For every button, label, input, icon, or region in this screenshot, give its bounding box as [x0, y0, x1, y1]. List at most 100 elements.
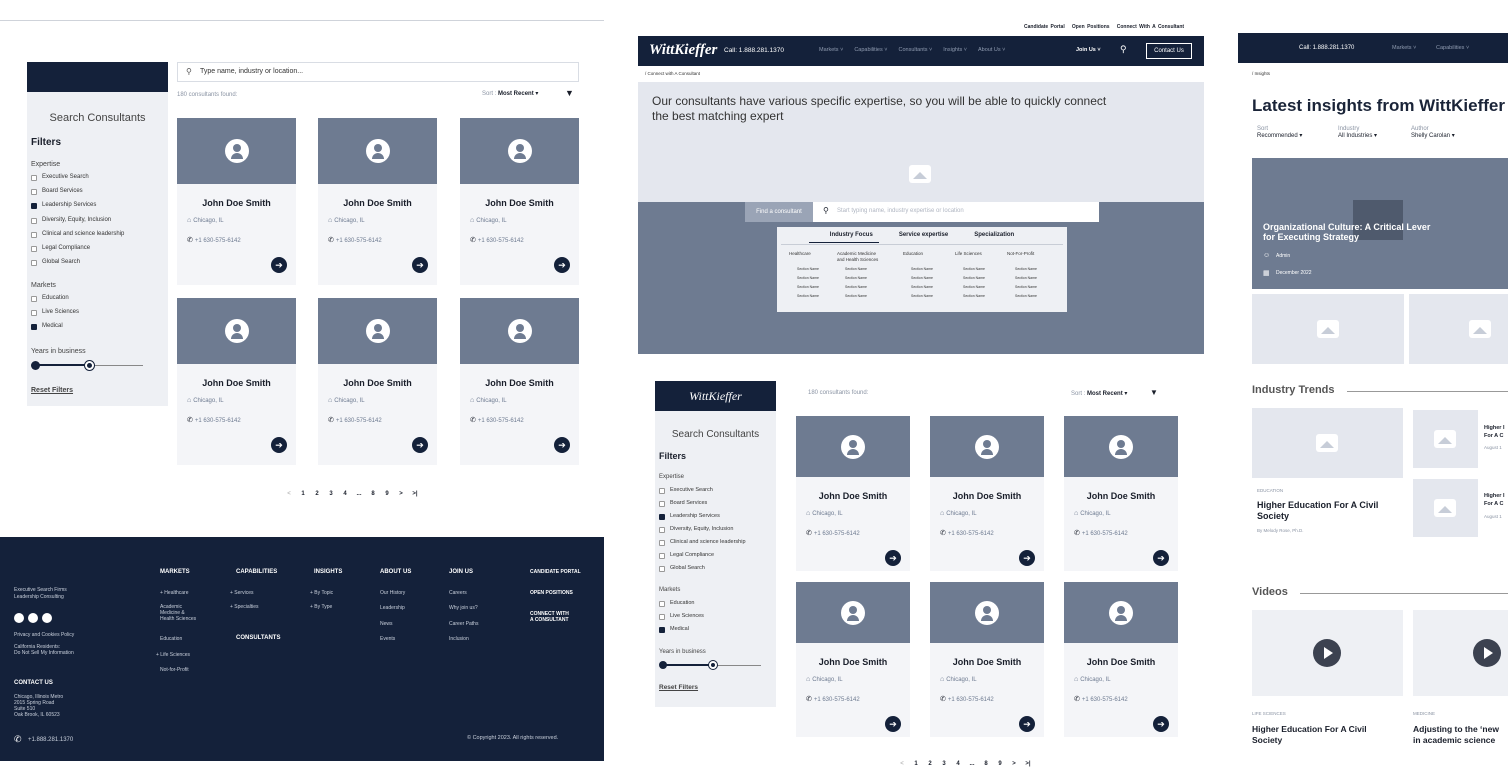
filter-checkbox[interactable] — [659, 501, 665, 507]
nav-capabilities[interactable]: Capabilities ˅ — [1436, 45, 1469, 51]
reset-filters-link[interactable]: Reset Filters — [659, 684, 698, 691]
filter-checkbox[interactable] — [659, 527, 665, 533]
consultant-name[interactable]: John Doe Smith — [460, 198, 579, 208]
nav-join-us[interactable]: Join Us ˅ — [1076, 47, 1101, 53]
contact-us-button[interactable]: Contact Us — [1146, 43, 1192, 59]
consultant-card[interactable]: John Doe Smith Chicago, IL +1 630-575-6142… — [177, 298, 296, 465]
filter-checkbox[interactable] — [31, 246, 37, 252]
privacy-link[interactable]: Privacy and Cookies Policy — [14, 632, 74, 638]
expertise-tab[interactable]: Industry Focus — [830, 232, 873, 238]
call-number[interactable]: Call: 1.888.281.1370 — [724, 47, 784, 54]
page-link[interactable]: 4 — [338, 491, 352, 497]
video-card[interactable] — [1252, 610, 1403, 696]
nav-link[interactable]: Markets ˅ — [819, 47, 843, 53]
section-link[interactable]: Section Name — [845, 276, 867, 280]
candidate-portal-link[interactable]: CANDIDATE PORTAL — [530, 569, 581, 575]
facebook-icon[interactable] — [14, 613, 24, 623]
author-filter[interactable]: Author Shelly Carolan ▾ — [1411, 126, 1455, 139]
play-icon[interactable] — [1473, 639, 1501, 667]
arrow-right-icon[interactable]: ➔ — [1153, 716, 1169, 732]
page-link[interactable]: ... — [965, 761, 979, 767]
reset-filters-link[interactable]: Reset Filters — [31, 387, 73, 394]
sort-filter[interactable]: Sort Recommended ▾ — [1257, 126, 1302, 139]
arrow-right-icon[interactable]: ➔ — [1019, 550, 1035, 566]
expertise-tab[interactable]: Specialization — [974, 232, 1014, 238]
page-link[interactable]: > — [394, 491, 408, 497]
breadcrumb[interactable]: / Insights — [1252, 71, 1270, 76]
page-link[interactable]: 2 — [310, 491, 324, 497]
consultant-card[interactable]: John Doe Smith Chicago, IL +1 630-575-6142… — [1064, 582, 1178, 737]
section-link[interactable]: Section Name — [797, 276, 819, 280]
twitter-icon[interactable] — [28, 613, 38, 623]
page-link[interactable]: 8 — [979, 761, 993, 767]
industry-filter[interactable]: Industry All Industries ▾ — [1338, 126, 1377, 139]
section-link[interactable]: Section Name — [1015, 267, 1037, 271]
featured-article-card[interactable]: Organizational Culture: A Critical Lever… — [1252, 158, 1508, 289]
nav-link[interactable]: Capabilities ˅ — [854, 47, 887, 53]
page-link[interactable]: > — [1007, 761, 1021, 767]
logo[interactable]: WittKieffer — [649, 42, 717, 59]
linkedin-icon[interactable] — [42, 613, 52, 623]
arrow-right-icon[interactable]: ➔ — [271, 257, 287, 273]
section-link[interactable]: Section Name — [911, 285, 933, 289]
page-link[interactable]: 9 — [380, 491, 394, 497]
consultant-card[interactable]: John Doe Smith Chicago, IL +1 630-575-6142… — [318, 298, 437, 465]
page-link[interactable]: >| — [408, 491, 422, 497]
page-link[interactable]: 8 — [366, 491, 380, 497]
section-link[interactable]: Section Name — [911, 276, 933, 280]
consultant-name[interactable]: John Doe Smith — [177, 378, 296, 388]
arrow-right-icon[interactable]: ➔ — [412, 257, 428, 273]
consultant-card[interactable]: John Doe Smith Chicago, IL +1 630-575-6142… — [460, 118, 579, 285]
page-link[interactable]: 1 — [909, 761, 923, 767]
section-link[interactable]: Section Name — [1015, 285, 1037, 289]
section-link[interactable]: Section Name — [845, 285, 867, 289]
arrow-right-icon[interactable]: ➔ — [412, 437, 428, 453]
trend-image[interactable] — [1252, 408, 1403, 478]
sort-dropdown[interactable]: Sort : Most Recent ▾ — [1071, 390, 1127, 397]
section-link[interactable]: Section Name — [797, 294, 819, 298]
filter-checkbox[interactable] — [31, 175, 37, 181]
filter-checkbox[interactable] — [659, 540, 665, 546]
play-icon[interactable] — [1313, 639, 1341, 667]
consultant-card[interactable]: John Doe Smith Chicago, IL +1 630-575-6142… — [1064, 416, 1178, 571]
consultant-name[interactable]: John Doe Smith — [796, 491, 910, 501]
video-title[interactable]: Adjusting to the ‘new — [1413, 724, 1499, 734]
page-link[interactable]: 9 — [993, 761, 1007, 767]
video-card[interactable] — [1413, 610, 1508, 696]
slider-handle-max[interactable] — [85, 361, 94, 370]
section-link[interactable]: Section Name — [911, 267, 933, 271]
section-link[interactable]: Section Name — [963, 294, 985, 298]
section-link[interactable]: Section Name — [797, 267, 819, 271]
page-link[interactable]: ... — [352, 491, 366, 497]
breadcrumb[interactable]: / Connect with A Consultant — [645, 71, 700, 76]
consultant-card[interactable]: John Doe Smith Chicago, IL +1 630-575-6142… — [177, 118, 296, 285]
page-link[interactable]: < — [895, 761, 909, 767]
trend-thumb[interactable] — [1413, 479, 1478, 537]
consultant-card[interactable]: John Doe Smith Chicago, IL +1 630-575-6142… — [930, 416, 1044, 571]
nav-link[interactable]: Insights ˅ — [943, 47, 967, 53]
consultant-name[interactable]: John Doe Smith — [460, 378, 579, 388]
filter-checkbox[interactable] — [659, 627, 665, 633]
logo[interactable]: WittKieffer — [655, 389, 776, 404]
find-consultant-input[interactable]: ⚲ Start typing name, industry expertise … — [813, 202, 1099, 222]
section-link[interactable]: Section Name — [963, 267, 985, 271]
filter-checkbox[interactable] — [659, 514, 665, 520]
section-link[interactable]: Section Name — [911, 294, 933, 298]
section-link[interactable]: Section Name — [963, 285, 985, 289]
slider-handle-min[interactable] — [659, 661, 667, 669]
section-link[interactable]: Section Name — [845, 294, 867, 298]
footer-consultants-link[interactable]: CONSULTANTS — [236, 635, 280, 641]
page-link[interactable]: < — [282, 491, 296, 497]
filter-checkbox[interactable] — [659, 488, 665, 494]
trend-title[interactable]: Higher Education For A Civil — [1257, 500, 1378, 510]
filter-icon[interactable]: ▼ — [565, 88, 574, 98]
filter-checkbox[interactable] — [31, 310, 37, 316]
consultant-name[interactable]: John Doe Smith — [1064, 657, 1178, 667]
filter-checkbox[interactable] — [31, 203, 37, 210]
filter-checkbox[interactable] — [31, 231, 37, 238]
consultant-card[interactable]: John Doe Smith Chicago, IL +1 630-575-6142… — [460, 298, 579, 465]
call-number[interactable]: Call: 1.888.281.1370 — [1299, 45, 1354, 51]
search-input[interactable]: ⚲ Type name, industry or location... — [177, 62, 579, 82]
search-icon[interactable]: ⚲ — [1120, 44, 1127, 55]
slider-handle-min[interactable] — [31, 361, 40, 370]
